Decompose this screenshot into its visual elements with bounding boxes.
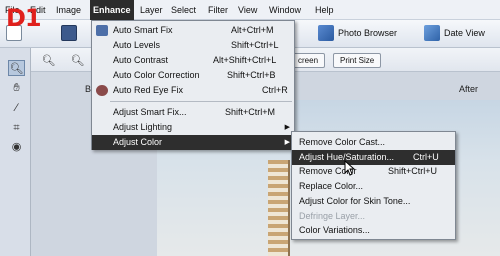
red-eye-tool[interactable]: ◉ (8, 138, 25, 154)
shortcut: Shift+Ctrl+B (227, 70, 276, 80)
enhance-menu: Auto Smart Fix Alt+Ctrl+M Auto Levels Sh… (91, 20, 295, 150)
photo-browser-icon (318, 25, 334, 41)
menu-auto-levels[interactable]: Auto Levels Shift+Ctrl+L (92, 38, 294, 53)
menu-auto-color-correction[interactable]: Auto Color Correction Shift+Ctrl+B (92, 68, 294, 83)
menu-layer[interactable]: Layer (137, 0, 166, 20)
submenu-replace-color[interactable]: Replace Color... (292, 179, 455, 194)
submenu-color-variations[interactable]: Color Variations... (292, 223, 455, 238)
shortcut: Alt+Shift+Ctrl+L (213, 55, 277, 65)
menu-select[interactable]: Select (168, 0, 199, 20)
menu-adjust-smart-fix[interactable]: Adjust Smart Fix... Shift+Ctrl+M (92, 105, 294, 120)
menu-adjust-lighting[interactable]: Adjust Lighting ▶ (92, 120, 294, 135)
date-view-icon (424, 25, 440, 41)
label: Auto Smart Fix (113, 25, 173, 35)
crop-tool[interactable]: ⌗ (8, 120, 25, 136)
date-view-label: Date View (444, 28, 485, 38)
label: Auto Red Eye Fix (113, 85, 184, 95)
label: Auto Levels (113, 40, 161, 50)
submenu-remove-color-cast[interactable]: Remove Color Cast... (292, 135, 455, 150)
print-size-button[interactable]: Print Size (333, 53, 382, 68)
shortcut: Shift+Ctrl+L (231, 40, 279, 50)
label: Adjust Color (113, 137, 163, 147)
menu-help[interactable]: Help (312, 0, 337, 20)
hand-icon: ✋︎ (13, 81, 20, 94)
date-view-button[interactable]: Date View (424, 22, 485, 44)
menu-view[interactable]: View (235, 0, 260, 20)
crop-icon: ⌗ (13, 121, 20, 134)
label: Replace Color... (299, 181, 364, 191)
submenu-defringe-layer: Defringe Layer... (292, 209, 455, 224)
tools-panel: 🔍︎ ✋︎ ∕ ⌗ ◉ (0, 48, 31, 256)
menu-bar: File Edit Image Enhance Layer Select Fil… (0, 0, 500, 20)
photo-browser-label: Photo Browser (338, 28, 398, 38)
submenu-remove-color[interactable]: Remove Color Shift+Ctrl+U (292, 164, 455, 179)
menu-separator (110, 101, 292, 102)
menu-adjust-color[interactable]: Adjust Color ▶ (92, 135, 294, 150)
menu-filter[interactable]: Filter (205, 0, 231, 20)
zoom-option-icon: 🔍︎ (41, 54, 56, 67)
menu-auto-contrast[interactable]: Auto Contrast Alt+Shift+Ctrl+L (92, 53, 294, 68)
save-button[interactable] (61, 22, 77, 44)
zoom-option-2[interactable]: 🔍︎ (69, 52, 86, 68)
submenu-skin-tone[interactable]: Adjust Color for Skin Tone... (292, 194, 455, 209)
red-eye-icon: ◉ (11, 140, 22, 153)
menu-window[interactable]: Window (266, 0, 304, 20)
auto-smart-fix-icon (96, 25, 108, 36)
save-icon (61, 25, 77, 41)
brush-tool[interactable]: ∕ (8, 100, 25, 116)
red-eye-fix-icon (96, 85, 108, 96)
label: Defringe Layer... (299, 211, 366, 221)
shortcut: Ctrl+U (413, 152, 439, 162)
shortcut: Shift+Ctrl+U (388, 166, 438, 176)
fit-screen-button[interactable]: creen (291, 53, 326, 68)
shortcut: Alt+Ctrl+M (231, 25, 274, 35)
menu-auto-smart-fix[interactable]: Auto Smart Fix Alt+Ctrl+M (92, 23, 294, 38)
shortcut: Shift+Ctrl+M (225, 107, 276, 117)
zoom-option[interactable]: 🔍︎ (40, 52, 57, 68)
hand-tool[interactable]: ✋︎ (8, 80, 25, 96)
submenu-adjust-hue-saturation[interactable]: Adjust Hue/Saturation... Ctrl+U (292, 150, 455, 165)
submenu-arrow-icon: ▶ (284, 139, 290, 146)
menu-image[interactable]: Image (53, 0, 84, 20)
shortcut: Ctrl+R (262, 85, 288, 95)
label: Color Variations... (299, 225, 370, 235)
photo-browser-button[interactable]: Photo Browser (318, 22, 397, 44)
after-label: After (459, 84, 479, 94)
label: Adjust Color for Skin Tone... (299, 196, 411, 206)
zoom-in-icon: 🔍︎ (70, 54, 85, 67)
label: Auto Color Correction (113, 70, 200, 80)
label: Adjust Smart Fix... (113, 107, 187, 117)
menu-auto-red-eye-fix[interactable]: Auto Red Eye Fix Ctrl+R (92, 83, 294, 98)
menu-enhance[interactable]: Enhance (90, 0, 134, 20)
brush-icon: ∕ (15, 102, 18, 114)
adjust-color-submenu: Remove Color Cast... Adjust Hue/Saturati… (291, 131, 456, 240)
label: Adjust Lighting (113, 122, 173, 132)
photo-building (268, 160, 290, 256)
label: Auto Contrast (113, 55, 169, 65)
tutorial-step-badge: D1 (6, 4, 42, 32)
label: Remove Color Cast... (299, 137, 386, 147)
zoom-icon: 🔍︎ (9, 62, 24, 75)
zoom-tool[interactable]: 🔍︎ (8, 60, 25, 76)
submenu-arrow-icon: ▶ (284, 124, 290, 131)
mouse-cursor-icon (344, 160, 356, 176)
